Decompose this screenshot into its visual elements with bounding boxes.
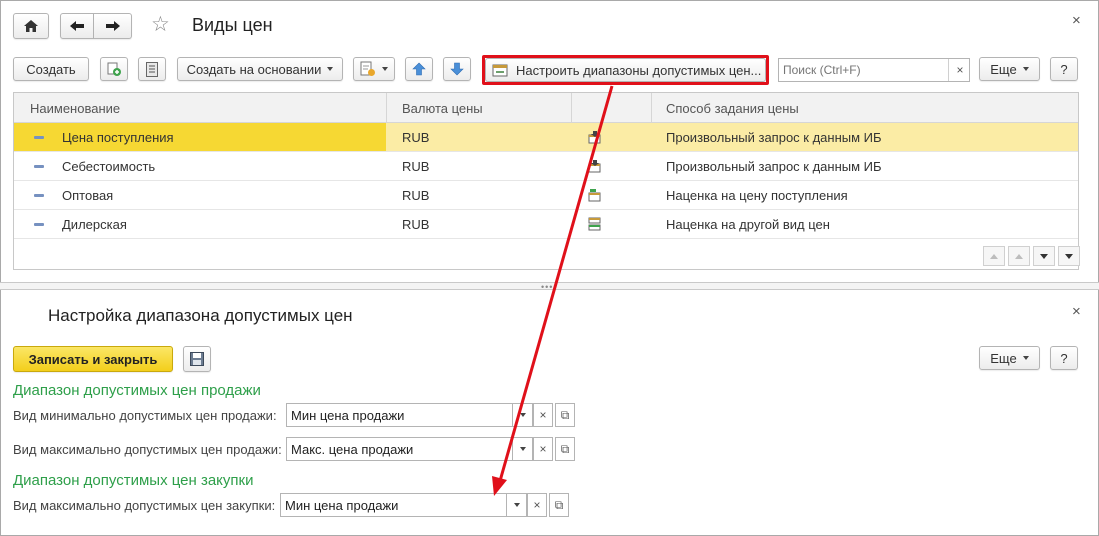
annotation-arrow-icon: [492, 85, 614, 496]
